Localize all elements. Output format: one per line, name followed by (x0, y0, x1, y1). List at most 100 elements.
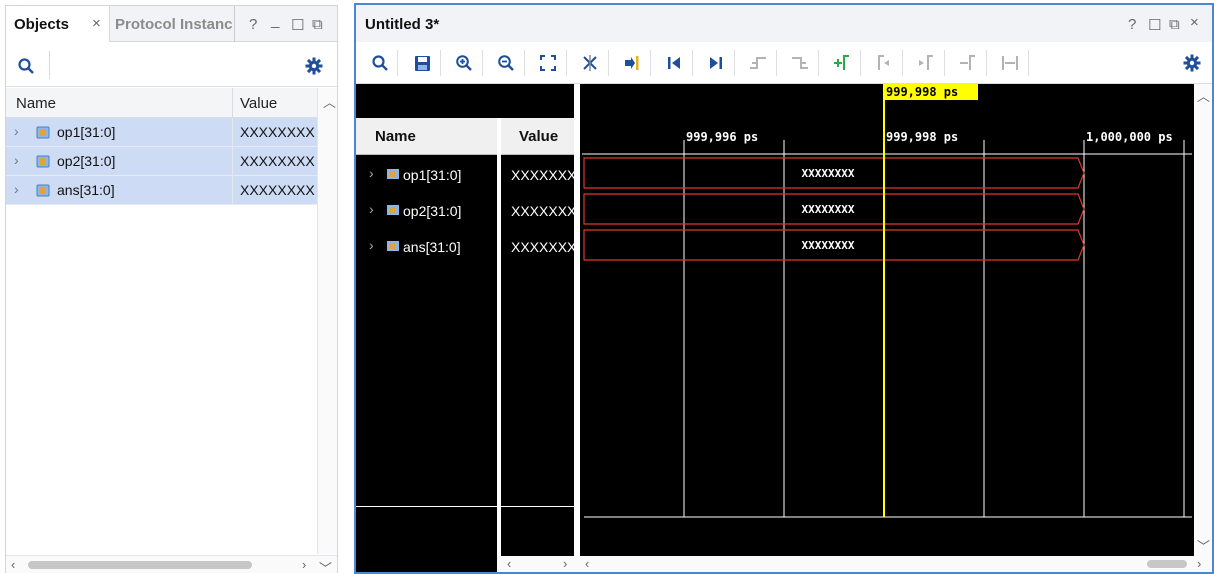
waveform-toolbar (356, 42, 1212, 84)
table-row[interactable]: › op1[31:0] XXXXXXXX (6, 118, 317, 147)
column-name-header[interactable]: Name (16, 95, 56, 112)
divider (501, 506, 574, 507)
timeline-tick-label: 1,000,000 ps (1086, 130, 1173, 144)
zoom-fit-icon[interactable] (538, 53, 558, 73)
column-value-header[interactable]: Value (240, 95, 277, 112)
previous-marker-icon[interactable] (874, 53, 894, 73)
table-row[interactable]: › ans[31:0] XXXXXXXX (6, 176, 317, 205)
maximize-icon[interactable]: ☐ (1148, 16, 1161, 34)
vertical-scrollbar[interactable]: ︿ (317, 88, 337, 554)
wave-signal-name: ans[31:0] (403, 239, 461, 255)
wave-value-cell: XXXXXXXX (501, 230, 574, 266)
zoom-out-icon[interactable] (496, 53, 516, 73)
scroll-right-icon[interactable]: › (302, 557, 306, 572)
expand-chevron-icon[interactable]: › (369, 237, 374, 253)
maximize-icon[interactable]: ☐ (291, 16, 304, 34)
bus-value-label: XXXXXXXX (802, 203, 855, 216)
scroll-down-icon[interactable]: ﹀ (1197, 536, 1210, 555)
wave-value: XXXXXXXX (511, 167, 574, 183)
expand-chevron-icon[interactable]: › (369, 165, 374, 181)
bus-signal-icon (386, 168, 400, 180)
tab-objects[interactable]: Objects × (6, 6, 110, 42)
next-transition-icon[interactable] (790, 53, 810, 73)
horizontal-scrollbar[interactable]: ‹ › ﹀ (6, 555, 337, 574)
previous-transition-icon[interactable] (748, 53, 768, 73)
scroll-down-icon[interactable]: ﹀ (319, 558, 332, 574)
delete-marker-icon[interactable] (958, 53, 978, 73)
wave-signal-name: op2[31:0] (403, 203, 462, 219)
divider (356, 506, 497, 507)
search-icon[interactable] (370, 53, 390, 73)
scroll-up-icon[interactable]: ︿ (323, 92, 336, 111)
expand-chevron-icon[interactable]: › (14, 123, 19, 139)
save-icon[interactable] (412, 53, 432, 73)
timeline-tick-label: 999,996 ps (686, 130, 758, 144)
waveform-window: Untitled 3* ? ☐ ⧉ × Name › op1[31:0] › o… (354, 3, 1214, 574)
scroll-left-icon[interactable]: ‹ (585, 556, 589, 571)
wave-signal-name: op1[31:0] (403, 167, 462, 183)
left-tab-bar: Objects × Protocol Instanc ? _ ☐ ⧉ (6, 6, 337, 42)
minimize-icon[interactable]: _ (271, 12, 279, 29)
signal-name: op2[31:0] (57, 153, 116, 169)
scroll-left-icon[interactable]: ‹ (507, 556, 511, 571)
swap-cursor-icon[interactable] (580, 53, 600, 73)
bus-signal-icon (386, 204, 400, 216)
wave-value: XXXXXXXX (511, 203, 574, 219)
waveform-title-bar: Untitled 3* ? ☐ ⧉ × (356, 5, 1212, 42)
expand-chevron-icon[interactable]: › (14, 152, 19, 168)
name-column-header[interactable]: Name (356, 118, 497, 155)
zoom-in-icon[interactable] (454, 53, 474, 73)
bus-value-label: XXXXXXXX (802, 167, 855, 180)
settings-icon[interactable] (304, 56, 324, 76)
tab-objects-label: Objects (14, 16, 70, 33)
scroll-right-icon[interactable]: › (1197, 556, 1201, 571)
bus-signal-icon (386, 240, 400, 252)
objects-toolbar (6, 43, 337, 87)
add-marker-icon[interactable] (832, 53, 852, 73)
scroll-up-icon[interactable]: ︿ (1197, 86, 1210, 105)
go-to-last-time-icon[interactable] (706, 53, 726, 73)
wave-signal-row[interactable]: › ans[31:0] (356, 230, 497, 266)
wave-value-cell: XXXXXXXX (501, 194, 574, 230)
signal-name: op1[31:0] (57, 124, 116, 140)
signal-value: XXXXXXXX (240, 153, 315, 169)
signal-value-column: Value XXXXXXXX XXXXXXXX XXXXXXXX (501, 84, 574, 556)
help-icon[interactable]: ? (249, 16, 257, 33)
signal-value: XXXXXXXX (240, 124, 315, 140)
objects-table-header: Name Value (6, 88, 317, 118)
vertical-scrollbar[interactable]: ︿ ﹀ (1194, 84, 1212, 556)
next-marker-icon[interactable] (916, 53, 936, 73)
wave-value: XXXXXXXX (511, 239, 574, 255)
table-row[interactable]: › op2[31:0] XXXXXXXX (6, 147, 317, 176)
horizontal-scrollbar[interactable]: ‹ › ‹ › (497, 556, 1212, 572)
tab-protocol-instances[interactable]: Protocol Instanc (111, 6, 235, 42)
wave-signal-row[interactable]: › op1[31:0] (356, 158, 497, 194)
scrollbar-thumb[interactable] (28, 561, 252, 569)
waveform-area: Name › op1[31:0] › op2[31:0] › ans[31:0]… (356, 84, 1212, 572)
objects-panel: Objects × Protocol Instanc ? _ ☐ ⧉ Name … (5, 5, 338, 574)
scrollbar-thumb[interactable] (1147, 560, 1187, 568)
float-icon[interactable]: ⧉ (312, 16, 323, 33)
wave-value-cell: XXXXXXXX (501, 158, 574, 194)
scroll-left-icon[interactable]: ‹ (11, 557, 15, 572)
bus-signal-icon (36, 184, 50, 197)
expand-chevron-icon[interactable]: › (369, 201, 374, 217)
wave-signal-row[interactable]: › op2[31:0] (356, 194, 497, 230)
bus-value-label: XXXXXXXX (802, 239, 855, 252)
search-icon[interactable] (16, 56, 36, 76)
float-icon[interactable]: ⧉ (1169, 16, 1180, 33)
close-icon[interactable]: × (92, 15, 101, 32)
signal-name: ans[31:0] (57, 182, 115, 198)
help-icon[interactable]: ? (1128, 16, 1136, 33)
settings-icon[interactable] (1182, 53, 1202, 73)
scroll-right-icon[interactable]: › (563, 556, 567, 571)
expand-chevron-icon[interactable]: › (14, 181, 19, 197)
value-column-header[interactable]: Value (501, 118, 574, 155)
tab-protocol-label: Protocol Instanc (115, 16, 233, 33)
swap-markers-icon[interactable] (1000, 53, 1020, 73)
close-icon[interactable]: × (1190, 14, 1199, 31)
bus-signal-icon (36, 126, 50, 139)
go-to-time-zero-icon[interactable] (664, 53, 684, 73)
waveform-canvas[interactable]: 999,996 ps 999,998 ps 1,000,000 ps 999,9… (580, 84, 1194, 556)
go-to-cursor-icon[interactable] (622, 53, 642, 73)
